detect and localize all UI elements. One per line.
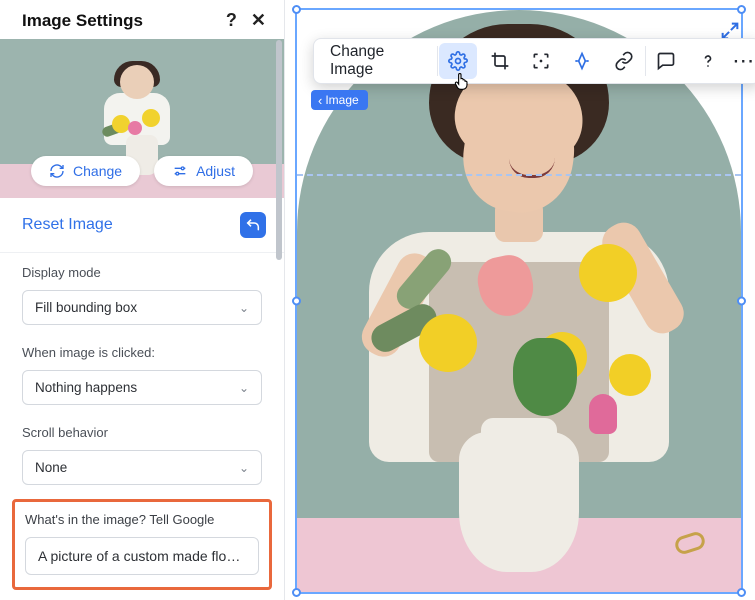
undo-button[interactable]: [240, 212, 266, 238]
alt-text-input[interactable]: A picture of a custom made flowe…: [25, 537, 259, 575]
resize-handle-tr[interactable]: [737, 5, 746, 14]
more-button[interactable]: ⋯: [728, 48, 755, 74]
alt-text-label: What's in the image? Tell Google: [25, 512, 259, 527]
comment-button[interactable]: [647, 43, 684, 79]
change-image-action[interactable]: Change Image: [314, 43, 437, 79]
focal-point-button[interactable]: [522, 43, 559, 79]
resize-handle-br[interactable]: [737, 588, 746, 597]
display-mode-value: Fill bounding box: [35, 300, 137, 315]
breadcrumb-image[interactable]: Image: [311, 90, 368, 110]
panel-header: Image Settings ? ✕: [0, 0, 284, 39]
resize-handle-ml[interactable]: [292, 297, 301, 306]
help-icon: [698, 51, 718, 71]
image-toolbar: Change Image ⋯: [313, 38, 755, 84]
sliders-icon: [172, 163, 188, 179]
help-icon[interactable]: ?: [226, 10, 237, 31]
change-image-button[interactable]: Change: [31, 156, 140, 186]
panel-title: Image Settings: [22, 11, 143, 31]
adjust-image-label: Adjust: [196, 163, 235, 179]
breadcrumb-label: Image: [325, 93, 358, 107]
link-button[interactable]: [605, 43, 642, 79]
adjust-image-button[interactable]: Adjust: [154, 156, 253, 186]
panel-scrollbar[interactable]: [276, 40, 282, 592]
close-icon[interactable]: ✕: [251, 10, 266, 31]
chevron-down-icon: ⌄: [239, 461, 249, 475]
crop-icon: [490, 51, 510, 71]
scroll-behavior-value: None: [35, 460, 67, 475]
pointer-cursor-icon: [451, 70, 471, 92]
click-action-select[interactable]: Nothing happens ⌄: [22, 370, 262, 405]
refresh-icon: [49, 163, 65, 179]
animation-icon: [572, 51, 592, 71]
reset-image-link[interactable]: Reset Image: [22, 216, 113, 234]
resize-handle-mr[interactable]: [737, 297, 746, 306]
panel-scroll-thumb[interactable]: [276, 40, 282, 260]
display-mode-label: Display mode: [22, 265, 262, 280]
editor-canvas[interactable]: Change Image ⋯: [285, 0, 755, 600]
image-settings-panel: Image Settings ? ✕ Cha: [0, 0, 285, 600]
image-preview: Change Adjust: [0, 39, 284, 198]
guide-line: [297, 174, 741, 176]
scroll-behavior-select[interactable]: None ⌄: [22, 450, 262, 485]
scroll-behavior-label: Scroll behavior: [22, 425, 262, 440]
chevron-down-icon: ⌄: [239, 301, 249, 315]
display-mode-select[interactable]: Fill bounding box ⌄: [22, 290, 262, 325]
gear-icon: [448, 51, 468, 71]
click-action-label: When image is clicked:: [22, 345, 262, 360]
change-image-label: Change: [73, 163, 122, 179]
comment-icon: [656, 51, 676, 71]
toolbar-help-button[interactable]: [689, 43, 726, 79]
resize-handle-tl[interactable]: [292, 5, 301, 14]
focal-icon: [531, 51, 551, 71]
link-icon: [614, 51, 634, 71]
chevron-down-icon: ⌄: [239, 381, 249, 395]
resize-handle-bl[interactable]: [292, 588, 301, 597]
undo-icon: [245, 217, 261, 233]
animation-button[interactable]: [564, 43, 601, 79]
click-action-value: Nothing happens: [35, 380, 137, 395]
crop-button[interactable]: [481, 43, 518, 79]
alt-text-highlight: What's in the image? Tell Google A pictu…: [12, 499, 272, 590]
